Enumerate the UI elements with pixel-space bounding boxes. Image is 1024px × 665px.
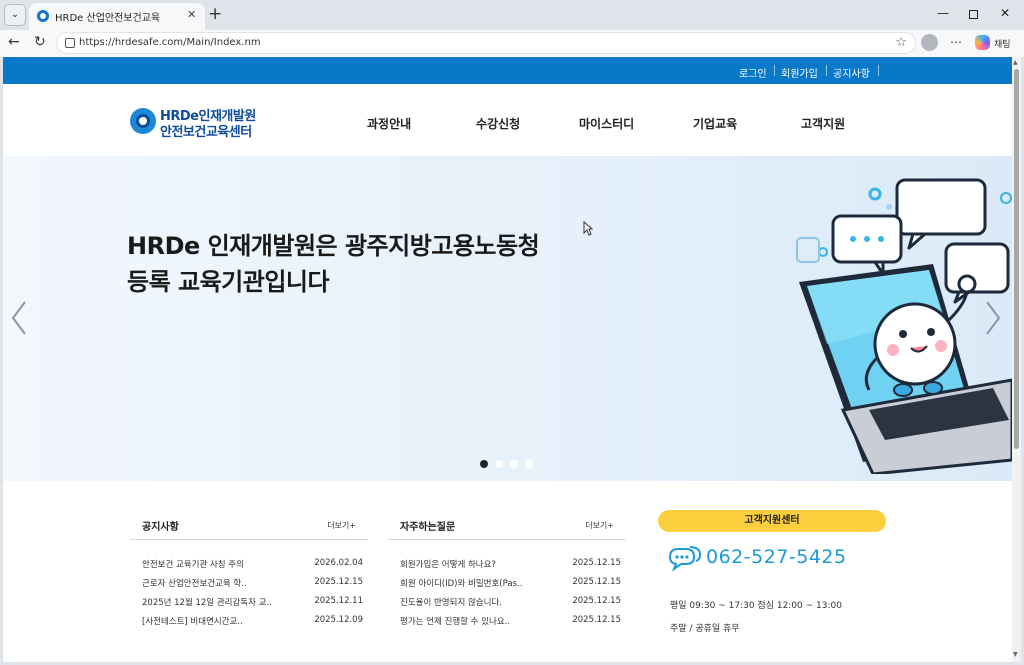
faq-more-link[interactable]: 더보기+ — [585, 520, 614, 531]
faq-row[interactable]: 회원 아이디(ID)와 비밀번호(Pas.. 2025.12.15 — [388, 575, 626, 593]
back-arrow-icon[interactable]: ← — [8, 34, 20, 50]
copilot-icon[interactable] — [975, 35, 990, 50]
slide-dot-1[interactable] — [480, 460, 488, 468]
faq-row-date: 2025.12.15 — [572, 558, 621, 568]
notice-board-header: 공지사항 더보기+ — [130, 512, 368, 540]
support-phone-number[interactable]: 062-527-5425 — [706, 546, 847, 568]
faq-board-title: 자주하는질문 — [400, 522, 456, 533]
faq-row-date: 2025.12.15 — [572, 615, 621, 625]
hero-headline-second: 등록 교육기관입니다 — [127, 268, 330, 296]
more-icon[interactable]: ⋯ — [950, 35, 962, 49]
signup-link[interactable]: 회원가입 — [781, 65, 818, 80]
support-center-badge: 고객지원센터 — [658, 510, 886, 532]
faq-row[interactable]: 진도율이 반영되지 않습니다. 2025.12.15 — [388, 594, 626, 612]
scroll-up-icon[interactable]: ▲ — [1013, 59, 1018, 66]
faq-row-title[interactable]: 회원가입은 어떻게 하나요? — [400, 558, 550, 570]
utility-bar: 로그인 회원가입 공지사항 — [3, 57, 1012, 84]
nav-my-study[interactable]: 마이스터디 — [579, 115, 634, 132]
divider — [774, 65, 775, 76]
chevron-down-icon: ⌄ — [10, 9, 20, 20]
refresh-icon[interactable]: ↻ — [34, 34, 46, 50]
faq-row-title[interactable]: 진도율이 반영되지 않습니다. — [400, 596, 550, 608]
notice-row-title[interactable]: 안전보건 교육기관 사칭 주의 — [142, 558, 292, 570]
notice-row-date: 2026.02.04 — [314, 558, 363, 568]
divider — [878, 65, 879, 76]
minimize-icon[interactable]: — — [937, 6, 949, 20]
notice-row[interactable]: [사전테스트] 비대면시간교.. 2025.12.09 — [130, 613, 368, 631]
support-hours: 평일 09:30 ~ 17:30 점심 12:00 ~ 13:00 — [670, 601, 842, 611]
browser-toolbar: ← ↻ https://hrdesafe.com/Main/Index.nm ☆… — [0, 30, 1024, 57]
url-text[interactable]: https://hrdesafe.com/Main/Index.nm — [79, 37, 261, 48]
notice-row-date: 2025.12.11 — [314, 596, 363, 606]
site-favicon-icon — [37, 10, 49, 22]
logo-mark-icon — [130, 108, 156, 134]
laptop-mascot-illustration — [796, 178, 1012, 474]
lock-icon[interactable] — [65, 38, 75, 48]
faq-row[interactable]: 회원가입은 어떻게 하나요? 2025.12.15 — [388, 556, 626, 574]
notice-board-title: 공지사항 — [142, 522, 179, 533]
page-viewport: 로그인 회원가입 공지사항 HRDe인재개발원 안전보건교육센터 과정안내 수강… — [3, 57, 1021, 662]
next-slide-icon[interactable] — [983, 300, 1003, 336]
slide-dot-2[interactable] — [495, 460, 503, 468]
nav-enrollment[interactable]: 수강신청 — [476, 115, 520, 132]
notice-row-title[interactable]: [사전테스트] 비대면시간교.. — [142, 615, 292, 627]
nav-customer-support[interactable]: 고객지원 — [801, 115, 845, 132]
faq-row-date: 2025.12.15 — [572, 577, 621, 587]
hero-headline: HRDe 인재개발원은 광주지방고용노동청 — [127, 232, 540, 260]
logo-subtitle: 안전보건교육센터 — [160, 125, 252, 140]
notice-row[interactable]: 안전보건 교육기관 사칭 주의 2026.02.04 — [130, 556, 368, 574]
nav-corporate-training[interactable]: 기업교육 — [693, 115, 737, 132]
faq-row-title[interactable]: 회원 아이디(ID)와 비밀번호(Pas.. — [400, 577, 550, 589]
hero-slider: HRDe 인재개발원은 광주지방고용노동청 등록 교육기관입니다 — [3, 156, 1012, 481]
faq-row-title[interactable]: 평가는 언제 진행할 수 있나요.. — [400, 615, 550, 627]
faq-board-header: 자주하는질문 더보기+ — [388, 512, 626, 540]
login-link[interactable]: 로그인 — [739, 65, 767, 80]
window-close-icon[interactable]: ✕ — [1000, 6, 1010, 20]
notice-row-title[interactable]: 근로자 산업안전보건교육 학.. — [142, 577, 292, 589]
browser-tab[interactable]: HRDe 산업안전보건교육 ✕ — [29, 3, 205, 30]
notice-row-date: 2025.12.09 — [314, 615, 363, 625]
slide-dot-3[interactable] — [510, 460, 518, 468]
notice-row-date: 2025.12.15 — [314, 577, 363, 587]
profile-icon[interactable] — [921, 34, 938, 51]
prev-slide-icon[interactable] — [9, 300, 29, 336]
slide-dot-4[interactable] — [525, 460, 533, 468]
notice-row[interactable]: 2025년 12월 12일 관리감독자 교.. 2025.12.11 — [130, 594, 368, 612]
tab-title: HRDe 산업안전보건교육 — [55, 13, 161, 24]
mouse-cursor-icon — [583, 221, 593, 236]
scrollbar-thumb[interactable] — [1014, 69, 1019, 449]
page-scrollbar[interactable]: ▲ ▼ — [1012, 57, 1021, 662]
faq-row-date: 2025.12.15 — [572, 596, 621, 606]
maximize-icon[interactable] — [969, 10, 978, 19]
notice-more-link[interactable]: 더보기+ — [327, 520, 356, 531]
chat-phone-icon — [668, 546, 702, 571]
nav-course-info[interactable]: 과정안내 — [367, 115, 411, 132]
close-icon[interactable]: ✕ — [187, 8, 196, 21]
copilot-chat-label[interactable]: 채팅 — [994, 37, 1011, 50]
scroll-down-icon[interactable]: ▼ — [1013, 651, 1018, 658]
star-icon[interactable]: ☆ — [895, 35, 907, 50]
support-holiday: 주말 / 공휴일 휴무 — [670, 624, 740, 634]
divider — [826, 65, 827, 76]
notice-row[interactable]: 근로자 산업안전보건교육 학.. 2025.12.15 — [130, 575, 368, 593]
notice-row-title[interactable]: 2025년 12월 12일 관리감독자 교.. — [142, 596, 292, 608]
plus-icon[interactable]: + — [208, 4, 222, 24]
address-bar[interactable]: https://hrdesafe.com/Main/Index.nm ☆ — [56, 32, 916, 54]
tab-actions-button[interactable]: ⌄ — [4, 4, 26, 26]
browser-tab-bar: ⌄ HRDe 산업안전보건교육 ✕ + — ✕ — [0, 0, 1024, 30]
notice-link[interactable]: 공지사항 — [833, 65, 870, 80]
faq-row[interactable]: 평가는 언제 진행할 수 있나요.. 2025.12.15 — [388, 613, 626, 631]
site-logo[interactable]: HRDe인재개발원 안전보건교육센터 — [130, 104, 270, 140]
